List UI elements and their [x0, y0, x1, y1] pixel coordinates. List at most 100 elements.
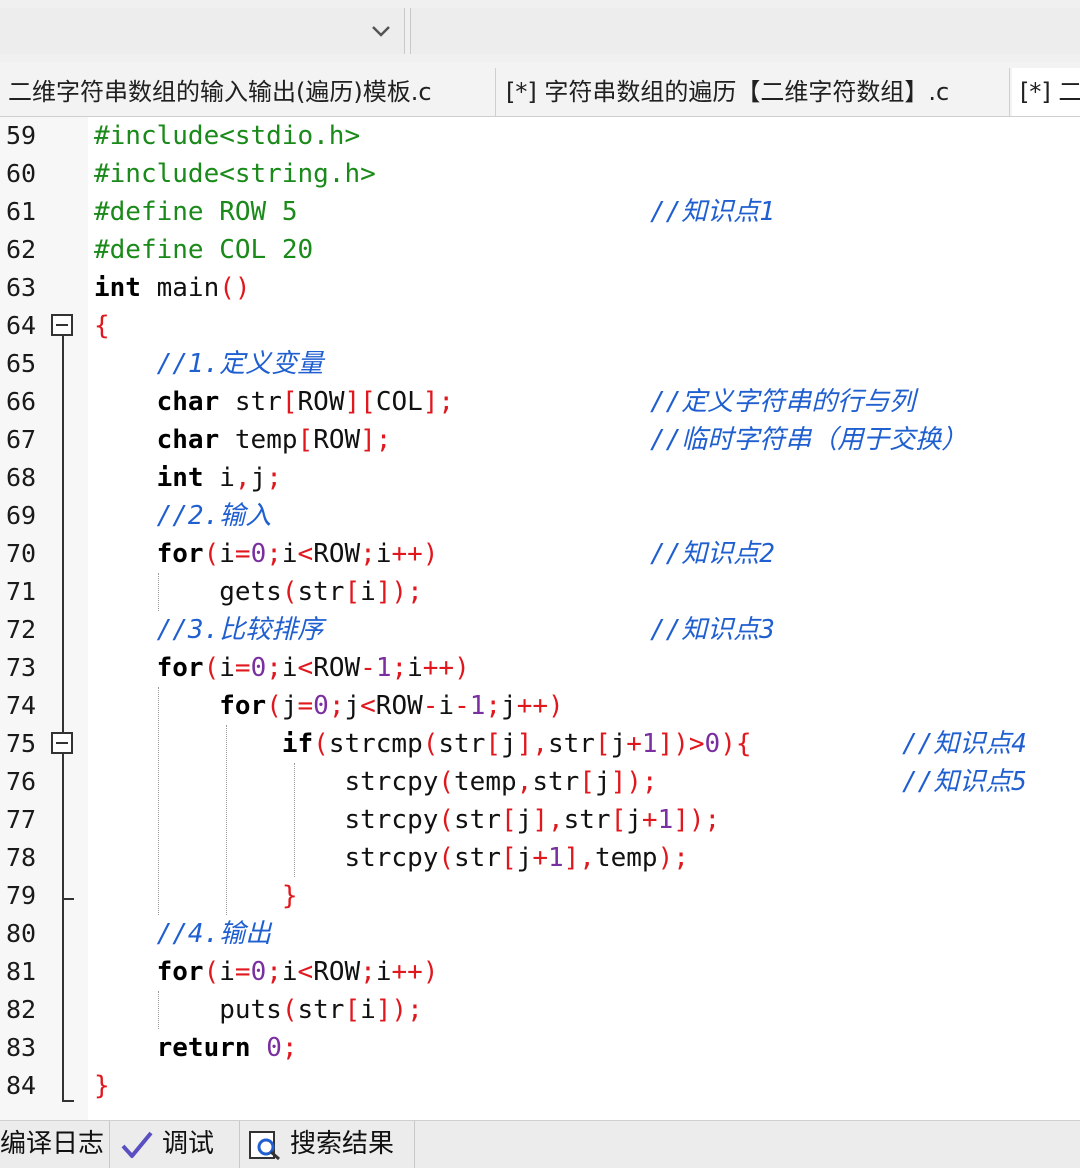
- code-token: 1: [657, 805, 674, 835]
- code-line[interactable]: 66 char str[ROW][COL]; //定义字符串的行与列: [0, 383, 1080, 421]
- bottom-panel-tabs: 编译日志 调试 搜索结果: [0, 1120, 1080, 1168]
- code-token: ;: [266, 653, 282, 683]
- trailing-comment: //知识点4: [902, 729, 1027, 759]
- line-number: 77: [6, 805, 37, 834]
- code-text: int i,j;: [94, 459, 282, 497]
- code-line[interactable]: 77 strcpy(str[j],str[j+1]);: [0, 801, 1080, 839]
- compile-log-tab[interactable]: 编译日志: [0, 1121, 110, 1168]
- code-token: (: [438, 843, 455, 873]
- code-token: j: [516, 805, 533, 835]
- code-line[interactable]: 75 if(strcmp(str[j],str[j+1])>0){//知识点4: [0, 725, 1080, 763]
- code-editor[interactable]: 59 #include<stdio.h> 60 #include<string.h> 6…: [0, 117, 1080, 1120]
- code-line[interactable]: 64 {: [0, 307, 1080, 345]
- file-tab[interactable]: [*] 字符串数组的遍历【二维字符数组】.c: [498, 68, 1010, 116]
- code-token: j: [344, 691, 361, 721]
- file-tab[interactable]: 二维字符串数组的输入输出(遍历)模板.c: [0, 68, 496, 116]
- code-token: char: [156, 425, 220, 455]
- code-line[interactable]: 67 char temp[ROW]; //临时字符串（用于交换）: [0, 421, 1080, 459]
- search-results-label: 搜索结果: [290, 1129, 395, 1159]
- line-number: 61: [6, 197, 37, 226]
- code-token: strcpy: [94, 767, 439, 797]
- code-line[interactable]: 72 //3.比较排序 //知识点3: [0, 611, 1080, 649]
- code-token: strcpy: [94, 843, 439, 873]
- code-line[interactable]: 84}: [0, 1067, 1080, 1105]
- code-line[interactable]: 65 //1.定义变量: [0, 345, 1080, 383]
- code-line[interactable]: 83 return 0;: [0, 1029, 1080, 1067]
- code-token: ]);: [375, 995, 423, 1025]
- class-dropdown[interactable]: [410, 8, 1080, 54]
- search-results-tab[interactable]: 搜索结果: [240, 1121, 415, 1168]
- code-text: for(i=0;i<ROW;i++): [94, 953, 439, 991]
- chevron-down-icon[interactable]: [364, 14, 398, 48]
- code-token: (: [266, 691, 282, 721]
- code-token: i: [375, 957, 392, 987]
- code-token: char: [156, 387, 220, 417]
- code-line[interactable]: 73 for(i=0;i<ROW-1;i++): [0, 649, 1080, 687]
- code-token: ROW: [313, 425, 361, 455]
- function-dropdown[interactable]: [0, 8, 405, 54]
- code-line[interactable]: 68 int i,j;: [0, 459, 1080, 497]
- code-token: j: [594, 767, 611, 797]
- code-token: strcpy: [94, 805, 439, 835]
- code-token: ],: [532, 805, 564, 835]
- code-line[interactable]: 62 #define COL 20: [0, 231, 1080, 269]
- code-token: ];: [422, 387, 455, 417]
- file-tab-active[interactable]: [*] 二: [1012, 68, 1080, 116]
- code-line[interactable]: 63 int main(): [0, 269, 1080, 307]
- code-line[interactable]: 71 gets(str[i]);: [0, 573, 1080, 611]
- code-line[interactable]: 74 for(j=0;j<ROW-i-1;j++): [0, 687, 1080, 725]
- code-token: ++): [391, 957, 439, 987]
- code-line[interactable]: 81 for(i=0;i<ROW;i++): [0, 953, 1080, 991]
- fold-collapse-icon[interactable]: [51, 314, 73, 336]
- code-line[interactable]: 82 puts(str[i]);: [0, 991, 1080, 1029]
- code-token: for: [156, 539, 204, 569]
- code-text: char str[ROW][COL];: [94, 383, 454, 421]
- code-token: ;: [360, 539, 376, 569]
- code-line[interactable]: 59 #include<stdio.h>: [0, 117, 1080, 155]
- line-number: 84: [6, 1071, 37, 1100]
- code-token: 1: [641, 729, 658, 759]
- code-token: (: [281, 995, 298, 1025]
- code-line[interactable]: 70 for(i=0;i<ROW;i++)//知识点2: [0, 535, 1080, 573]
- indent-guide: [158, 687, 159, 915]
- code-comment: //4.输出: [94, 919, 272, 949]
- code-text: return 0;: [94, 1029, 298, 1067]
- code-token: ++): [391, 539, 439, 569]
- code-line[interactable]: 78 strcpy(str[j+1],temp);: [0, 839, 1080, 877]
- code-token: str: [532, 767, 580, 797]
- code-token: (: [281, 577, 298, 607]
- code-line[interactable]: 79 }: [0, 877, 1080, 915]
- code-token: [: [344, 995, 361, 1025]
- code-line[interactable]: 69 //2.输入: [0, 497, 1080, 535]
- indent-guide: [226, 725, 227, 915]
- code-token: 0: [250, 653, 267, 683]
- code-token: =: [234, 653, 251, 683]
- fold-collapse-icon[interactable]: [51, 732, 73, 754]
- code-token: }: [94, 1071, 110, 1101]
- code-line[interactable]: 61 #define ROW 5 //知识点1: [0, 193, 1080, 231]
- indent-guide: [294, 763, 295, 877]
- code-text: for(j=0;j<ROW-i-1;j++): [94, 687, 563, 725]
- code-token: i: [219, 653, 235, 683]
- code-line[interactable]: 80 //4.输出: [0, 915, 1080, 953]
- line-number: 63: [6, 273, 37, 302]
- trailing-comment: //临时字符串（用于交换）: [650, 425, 968, 455]
- code-token: i: [281, 539, 298, 569]
- code-token: temp: [594, 843, 658, 873]
- code-token: (: [422, 729, 439, 759]
- debug-tab[interactable]: 调试: [110, 1121, 240, 1168]
- code-token: ROW: [375, 691, 423, 721]
- code-token: -: [454, 691, 470, 721]
- code-line[interactable]: 60 #include<string.h>: [0, 155, 1080, 193]
- code-token: ){: [720, 729, 752, 759]
- code-token: gets: [94, 577, 282, 607]
- code-line[interactable]: 76 strcpy(temp,str[j]); //知识点5: [0, 763, 1080, 801]
- code-token: i: [375, 539, 392, 569]
- code-token: 1: [375, 653, 392, 683]
- code-token: [: [594, 729, 611, 759]
- line-number: 64: [6, 311, 37, 340]
- code-token: #define ROW 5: [94, 197, 298, 227]
